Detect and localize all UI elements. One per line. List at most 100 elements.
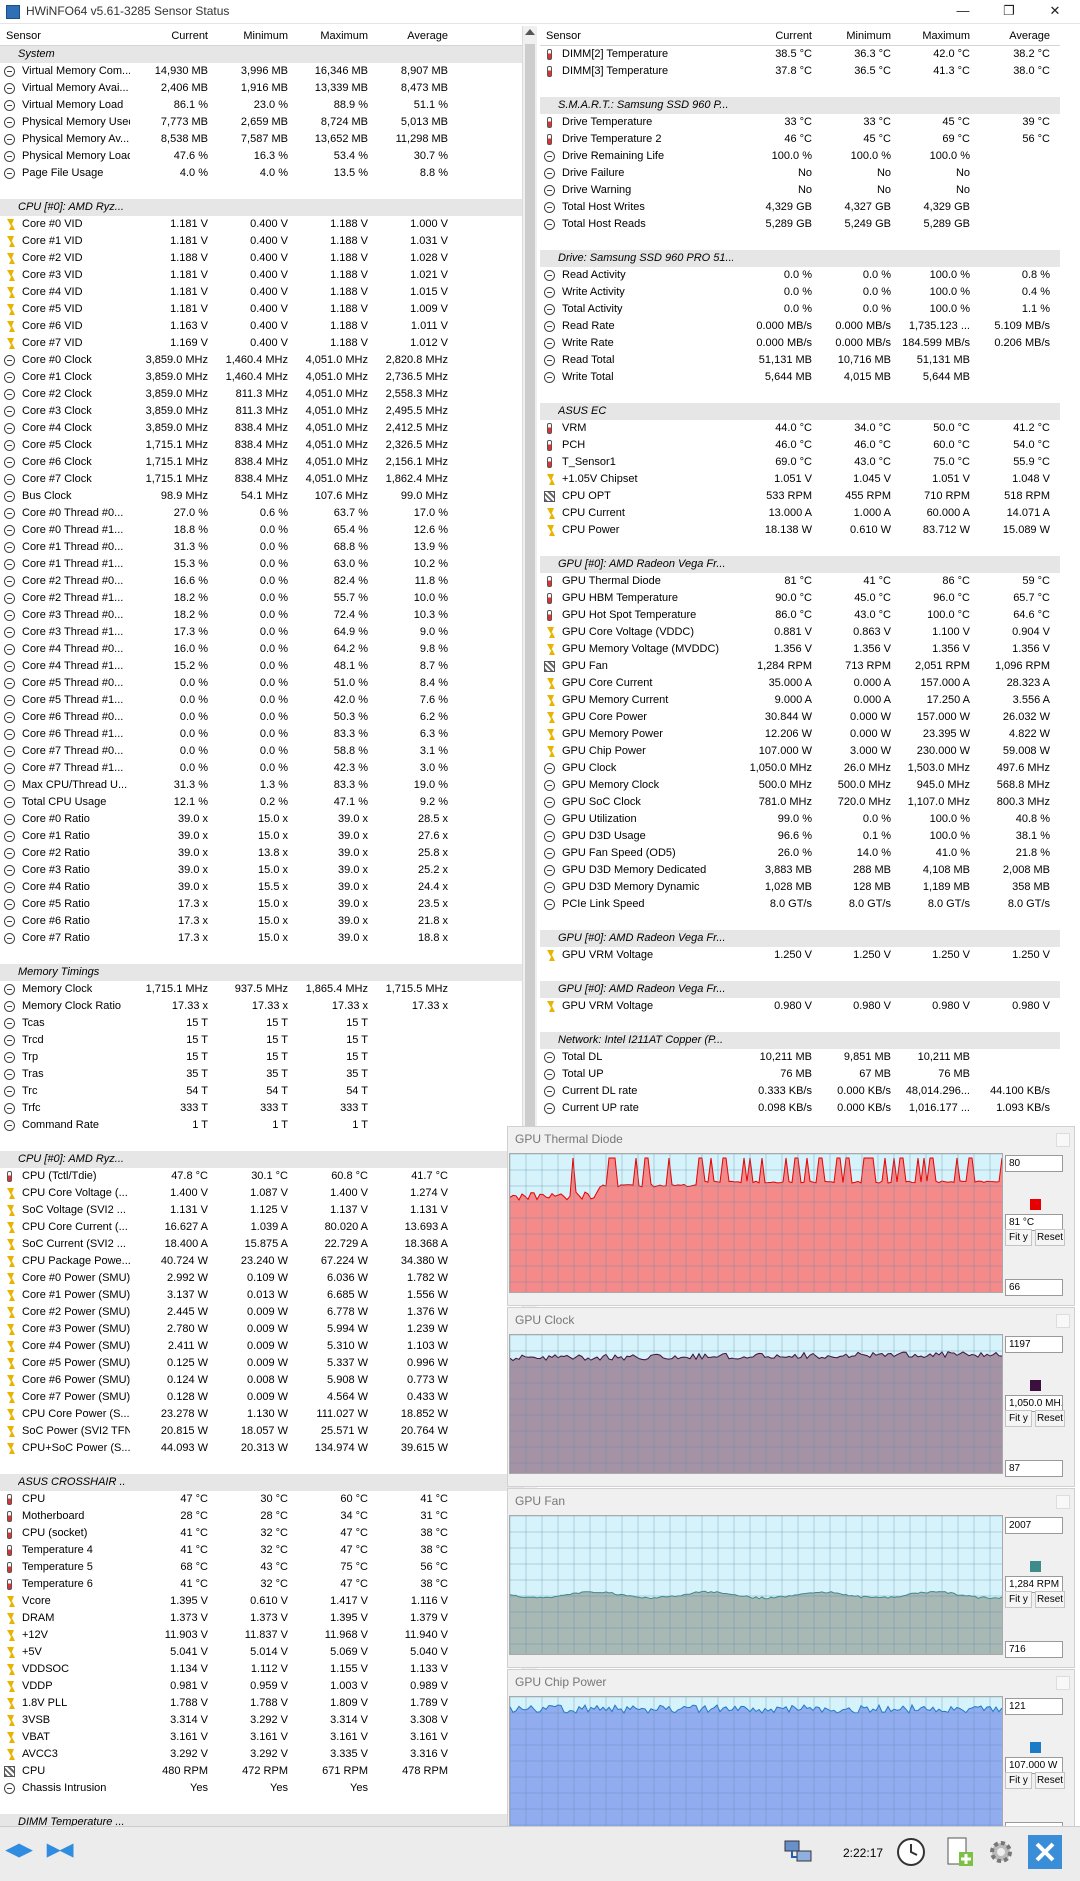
sensor-row-gpu-memory-current[interactable]: GPU Memory Current 9.000 A 0.000 A 17.250 A… — [540, 692, 1060, 709]
sensor-row-core-3-thread-1[interactable]: Core #3 Thread #1... 17.3 % 0.0 % 64.9 % 9.0… — [0, 624, 522, 641]
sensor-row-trfc[interactable]: Trfc 333 T 333 T 333 T — [0, 1100, 522, 1117]
sensor-row-3vsb[interactable]: 3VSB 3.314 V 3.292 V 3.314 V 3.308 V — [0, 1712, 522, 1729]
sensor-row-soc-power-svi2-tfn[interactable]: SoC Power (SVI2 TFN) 20.815 W 18.057 W 25.5… — [0, 1423, 522, 1440]
graph-min-field[interactable]: 66 — [1005, 1279, 1063, 1296]
graph-gpu-clock[interactable]: GPU Clock 1197 1,050.0 MH. Fit y Reset 87 — [507, 1307, 1075, 1487]
fit-y-button[interactable]: Fit y — [1005, 1772, 1032, 1789]
sensor-row-vcore[interactable]: Vcore 1.395 V 0.610 V 1.417 V 1.116 V — [0, 1593, 522, 1610]
close-button[interactable]: ✕ — [1032, 0, 1078, 24]
group-header[interactable]: GPU [#0]: AMD Radeon Vega Fr... — [540, 930, 1060, 947]
header-maximum[interactable]: Maximum — [893, 30, 970, 42]
sensor-row-gpu-hbm-temperature[interactable]: GPU HBM Temperature 90.0 °C 45.0 °C 96.0 °C… — [540, 590, 1060, 607]
sensor-row-core-1-power-smu[interactable]: Core #1 Power (SMU) 3.137 W 0.013 W 6.685 W… — [0, 1287, 522, 1304]
sensor-row-core-5-clock[interactable]: Core #5 Clock 1,715.1 MHz 838.4 MHz 4,051.0… — [0, 437, 522, 454]
sensor-row-virtual-memory-com[interactable]: Virtual Memory Com... 14,930 MB 3,996 MB 16… — [0, 63, 522, 80]
sensor-row-gpu-soc-clock[interactable]: GPU SoC Clock 781.0 MHz 720.0 MHz 1,107.0 M… — [540, 794, 1060, 811]
header-current[interactable]: Current — [740, 30, 812, 42]
group-header[interactable]: GPU [#0]: AMD Radeon Vega Fr... — [540, 556, 1060, 573]
sensor-row-5v[interactable]: +5V 5.041 V 5.014 V 5.069 V 5.040 V — [0, 1644, 522, 1661]
sensor-row-pch[interactable]: PCH 46.0 °C 46.0 °C 60.0 °C 54.0 °C — [540, 437, 1060, 454]
sensor-row-gpu-thermal-diode[interactable]: GPU Thermal Diode 81 °C 41 °C 86 °C 59 °C — [540, 573, 1060, 590]
sensor-row-soc-current-svi2[interactable]: SoC Current (SVI2 ... 18.400 A 15.875 A 22.… — [0, 1236, 522, 1253]
sensor-row-trcd[interactable]: Trcd 15 T 15 T 15 T — [0, 1032, 522, 1049]
sensor-row-cpu-power[interactable]: CPU Power 18.138 W 0.610 W 83.712 W 15.089 W — [540, 522, 1060, 539]
sensor-row-core-0-clock[interactable]: Core #0 Clock 3,859.0 MHz 1,460.4 MHz 4,051… — [0, 352, 522, 369]
sensor-row-core-3-vid[interactable]: Core #3 VID 1.181 V 0.400 V 1.188 V 1.021 V — [0, 267, 522, 284]
sensor-row-vddp[interactable]: VDDP 0.981 V 0.959 V 1.003 V 0.989 V — [0, 1678, 522, 1695]
add-report-icon[interactable] — [942, 1835, 976, 1869]
group-header[interactable]: Network: Intel I211AT Copper (P... — [540, 1032, 1060, 1049]
sensor-row-core-6-thread-1[interactable]: Core #6 Thread #1... 0.0 % 0.0 % 83.3 % 6.3 … — [0, 726, 522, 743]
sensor-row-core-2-clock[interactable]: Core #2 Clock 3,859.0 MHz 811.3 MHz 4,051.0… — [0, 386, 522, 403]
sensor-row-gpu-hot-spot-temperature[interactable]: GPU Hot Spot Temperature 86.0 °C 43.0 °C 10… — [540, 607, 1060, 624]
sensor-row-memory-clock[interactable]: Memory Clock 1,715.1 MHz 937.5 MHz 1,865.4 … — [0, 981, 522, 998]
sensor-row-page-file-usage[interactable]: Page File Usage 4.0 % 4.0 % 13.5 % 8.8 % — [0, 165, 522, 182]
sensor-row-temperature-4[interactable]: Temperature 4 41 °C 32 °C 47 °C 38 °C — [0, 1542, 522, 1559]
graph-close-icon[interactable] — [1056, 1133, 1070, 1147]
sensor-row-core-6-clock[interactable]: Core #6 Clock 1,715.1 MHz 838.4 MHz 4,051.0… — [0, 454, 522, 471]
header-sensor[interactable]: Sensor — [546, 30, 581, 42]
sensor-row-memory-clock-ratio[interactable]: Memory Clock Ratio 17.33 x 17.33 x 17.33 x 1… — [0, 998, 522, 1015]
sensor-row-core-0-vid[interactable]: Core #0 VID 1.181 V 0.400 V 1.188 V 1.000 V — [0, 216, 522, 233]
sensor-row-core-5-thread-1[interactable]: Core #5 Thread #1... 0.0 % 0.0 % 42.0 % 7.6 … — [0, 692, 522, 709]
sensor-row-trp[interactable]: Trp 15 T 15 T 15 T — [0, 1049, 522, 1066]
reset-button[interactable]: Reset — [1035, 1410, 1065, 1427]
group-header[interactable]: DIMM Temperature ... — [0, 1814, 522, 1826]
sensor-list-left[interactable]: Sensor Current Minimum Maximum Average S… — [0, 26, 522, 1826]
sensor-row-chassis-intrusion[interactable]: Chassis Intrusion Yes Yes Yes — [0, 1780, 522, 1797]
sensor-row-core-0-power-smu[interactable]: Core #0 Power (SMU) 2.992 W 0.109 W 6.036 W… — [0, 1270, 522, 1287]
sensor-row-vrm[interactable]: VRM 44.0 °C 34.0 °C 50.0 °C 41.2 °C — [540, 420, 1060, 437]
sensor-row-drive-failure[interactable]: Drive Failure No No No — [540, 165, 1060, 182]
graph-max-field[interactable]: 1197 — [1005, 1336, 1063, 1353]
group-header[interactable]: CPU [#0]: AMD Ryz... — [0, 199, 522, 216]
sensor-row-gpu-fan-speed-od5[interactable]: GPU Fan Speed (OD5) 26.0 % 14.0 % 41.0 % 21.… — [540, 845, 1060, 862]
sensor-row-core-6-thread-0[interactable]: Core #6 Thread #0... 0.0 % 0.0 % 50.3 % 6.2 … — [0, 709, 522, 726]
sensor-row-core-1-thread-0[interactable]: Core #1 Thread #0... 31.3 % 0.0 % 68.8 % 13.… — [0, 539, 522, 556]
sensor-row-read-activity[interactable]: Read Activity 0.0 % 0.0 % 100.0 % 0.8 % — [540, 267, 1060, 284]
expand-arrows-icon[interactable]: ◀▶ — [6, 1841, 40, 1859]
sensor-row-core-5-vid[interactable]: Core #5 VID 1.181 V 0.400 V 1.188 V 1.009 V — [0, 301, 522, 318]
sensor-row-motherboard[interactable]: Motherboard 28 °C 28 °C 34 °C 31 °C — [0, 1508, 522, 1525]
sensor-row-cpu-tctl-tdie[interactable]: CPU (Tctl/Tdie) 47.8 °C 30.1 °C 60.8 °C 41.7… — [0, 1168, 522, 1185]
sensor-row-virtual-memory-avai[interactable]: Virtual Memory Avai... 2,406 MB 1,916 MB 13… — [0, 80, 522, 97]
sensor-row-tcas[interactable]: Tcas 15 T 15 T 15 T — [0, 1015, 522, 1032]
sensor-row-physical-memory-used[interactable]: Physical Memory Used 7,773 MB 2,659 MB 8,72… — [0, 114, 522, 131]
sensor-row-core-6-ratio[interactable]: Core #6 Ratio 17.3 x 15.0 x 39.0 x 21.8 x — [0, 913, 522, 930]
header-average[interactable]: Average — [972, 30, 1050, 42]
sensor-row-core-7-power-smu[interactable]: Core #7 Power (SMU) 0.128 W 0.009 W 4.564 W… — [0, 1389, 522, 1406]
sensor-row-cpu-core-power-s[interactable]: CPU Core Power (S... 23.278 W 1.130 W 111.0… — [0, 1406, 522, 1423]
sensor-row-core-4-ratio[interactable]: Core #4 Ratio 39.0 x 15.5 x 39.0 x 24.4 x — [0, 879, 522, 896]
sensor-row-core-2-thread-1[interactable]: Core #2 Thread #1... 18.2 % 0.0 % 55.7 % 10.… — [0, 590, 522, 607]
sensor-row-core-7-ratio[interactable]: Core #7 Ratio 17.3 x 15.0 x 39.0 x 18.8 x — [0, 930, 522, 947]
sensor-row-cpu[interactable]: CPU 47 °C 30 °C 60 °C 41 °C — [0, 1491, 522, 1508]
sensor-row-gpu-d3d-memory-dedicated[interactable]: GPU D3D Memory Dedicated 3,883 MB 288 MB 4,… — [540, 862, 1060, 879]
sensor-row-dimm-2-temperature[interactable]: DIMM[2] Temperature 38.5 °C 36.3 °C 42.0 °C… — [540, 46, 1060, 63]
sensor-row-dram[interactable]: DRAM 1.373 V 1.373 V 1.395 V 1.379 V — [0, 1610, 522, 1627]
reset-button[interactable]: Reset — [1035, 1591, 1065, 1608]
close-app-icon[interactable] — [1028, 1835, 1062, 1869]
graph-max-field[interactable]: 121 — [1005, 1698, 1063, 1715]
sensor-row-max-cpu-thread-u[interactable]: Max CPU/Thread U... 31.3 % 1.3 % 83.3 % 19.0… — [0, 777, 522, 794]
sensor-row-cpu-core-current[interactable]: CPU Core Current (... 16.627 A 1.039 A 80.0… — [0, 1219, 522, 1236]
group-header[interactable]: System — [0, 46, 522, 63]
sensor-row-core-1-clock[interactable]: Core #1 Clock 3,859.0 MHz 1,460.4 MHz 4,051… — [0, 369, 522, 386]
sensor-row-gpu-core-voltage-vddc[interactable]: GPU Core Voltage (VDDC) 0.881 V 0.863 V 1.1… — [540, 624, 1060, 641]
sensor-row-avcc3[interactable]: AVCC3 3.292 V 3.292 V 3.335 V 3.316 V — [0, 1746, 522, 1763]
group-header[interactable]: S.M.A.R.T.: Samsung SSD 960 P... — [540, 97, 1060, 114]
group-header[interactable]: CPU [#0]: AMD Ryz... — [0, 1151, 522, 1168]
group-header[interactable]: Drive: Samsung SSD 960 PRO 51... — [540, 250, 1060, 267]
sensor-list-right[interactable]: Sensor Current Minimum Maximum Average D… — [540, 26, 1060, 1128]
sensor-row-current-up-rate[interactable]: Current UP rate 0.098 KB/s 0.000 KB/s 1,016… — [540, 1100, 1060, 1117]
sensor-row-gpu-memory-voltage-mvddc[interactable]: GPU Memory Voltage (MVDDC) 1.356 V 1.356 V… — [540, 641, 1060, 658]
sensor-row-drive-warning[interactable]: Drive Warning No No No — [540, 182, 1060, 199]
graph-close-icon[interactable] — [1056, 1314, 1070, 1328]
column-header[interactable]: Sensor Current Minimum Maximum Average — [0, 26, 522, 46]
sensor-row-physical-memory-av[interactable]: Physical Memory Av... 8,538 MB 7,587 MB 13,… — [0, 131, 522, 148]
header-minimum[interactable]: Minimum — [210, 30, 288, 42]
sensor-row-total-host-reads[interactable]: Total Host Reads 5,289 GB 5,249 GB 5,289 GB — [540, 216, 1060, 233]
sensor-row-cpu[interactable]: CPU 480 RPM 472 RPM 671 RPM 478 RPM — [0, 1763, 522, 1780]
sensor-row-cpu-package-powe[interactable]: CPU Package Powe... 40.724 W 23.240 W 67.22… — [0, 1253, 522, 1270]
graph-color-swatch[interactable] — [1030, 1380, 1041, 1391]
sensor-row-core-3-thread-0[interactable]: Core #3 Thread #0... 18.2 % 0.0 % 72.4 % 10.… — [0, 607, 522, 624]
sensor-row-vbat[interactable]: VBAT 3.161 V 3.161 V 3.161 V 3.161 V — [0, 1729, 522, 1746]
